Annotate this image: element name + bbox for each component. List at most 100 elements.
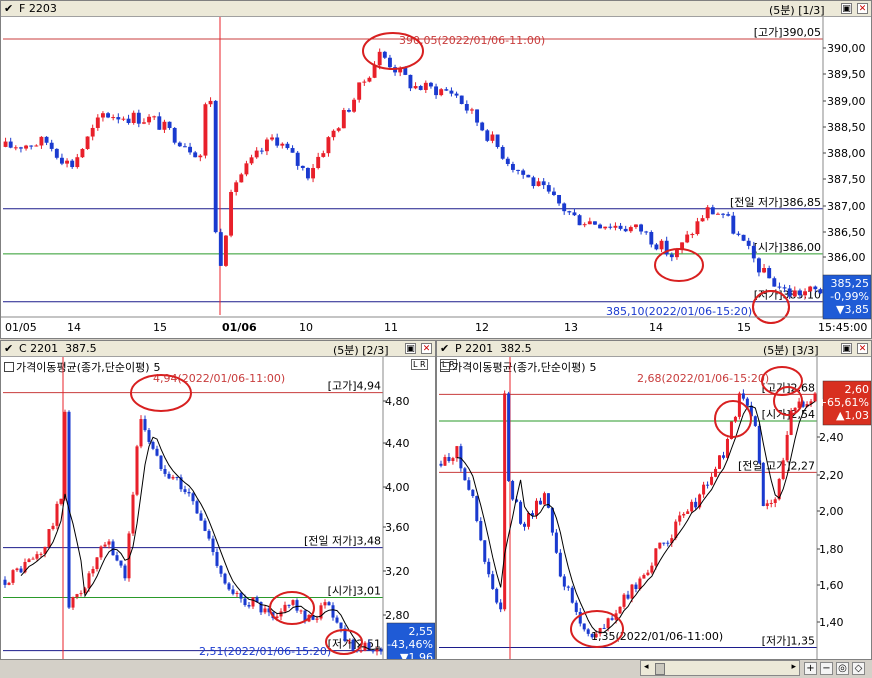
zoom-in-icon[interactable]: + bbox=[804, 662, 817, 675]
candle-body bbox=[203, 104, 208, 156]
x-tick-label: 01/05 bbox=[5, 321, 37, 334]
checkbox-icon[interactable]: ✔ bbox=[440, 342, 449, 355]
close-icon[interactable]: ✕ bbox=[857, 3, 868, 14]
candle-body bbox=[469, 109, 474, 111]
close-icon[interactable]: ✕ bbox=[857, 343, 868, 354]
candle-body bbox=[175, 476, 179, 478]
candlestick-chart[interactable]: [고가]2,68[시가]2,54[전일 고가]2,27[저가]1,352,68(… bbox=[437, 357, 871, 659]
candle-body bbox=[326, 137, 331, 154]
x-tick-label: 12 bbox=[475, 321, 489, 334]
candle-body bbox=[762, 268, 767, 273]
pane-title-bar: ✔ P 2201 382.5 (5분) [3/3] ▣ ✕ bbox=[437, 341, 871, 357]
candle-body bbox=[618, 606, 622, 614]
candle-body bbox=[455, 446, 459, 459]
checkbox-icon[interactable]: ✔ bbox=[4, 342, 13, 355]
maximize-icon[interactable]: ▣ bbox=[841, 3, 852, 14]
candle-body bbox=[377, 51, 382, 66]
candle-body bbox=[434, 86, 439, 96]
candle-body bbox=[666, 542, 670, 544]
candle-body bbox=[685, 234, 690, 243]
candle-body bbox=[464, 104, 469, 111]
candle-body bbox=[382, 51, 387, 58]
candle-body bbox=[586, 629, 590, 634]
candle-body bbox=[254, 150, 259, 158]
candle-body bbox=[79, 593, 83, 595]
candle-body bbox=[235, 592, 239, 594]
time-scrollbar[interactable]: ◂ ▸ bbox=[640, 660, 800, 676]
interval-label[interactable]: (5분) [1/3] bbox=[769, 2, 825, 18]
futures-chart-pane[interactable]: ✔ F 2203 (5분) [1/3] ▣ ✕ [고가]390,05 [전일 저가… bbox=[0, 0, 872, 339]
candle-body bbox=[34, 145, 39, 147]
scroll-left-icon[interactable]: ◂ bbox=[644, 662, 649, 672]
put-option-chart-pane[interactable]: ✔ P 2201 382.5 (5분) [3/3] ▣ ✕ L R 가격이동평균… bbox=[436, 340, 872, 660]
candle-body bbox=[654, 548, 658, 566]
price-box-change-pct: -0,99% bbox=[830, 290, 869, 303]
candle-body bbox=[718, 455, 722, 469]
candle-body bbox=[155, 448, 159, 456]
candle-body bbox=[753, 416, 757, 426]
candlestick-chart[interactable]: [고가]4,94[전일 저가]3,48[시가]3,01[저가]2,514,94(… bbox=[1, 357, 435, 659]
interval-label[interactable]: (5분) [2/3] bbox=[333, 342, 389, 358]
candle-body bbox=[193, 152, 198, 158]
maximize-icon[interactable]: ▣ bbox=[405, 343, 416, 354]
candle-body bbox=[371, 650, 375, 652]
x-tick-label: 14 bbox=[649, 321, 663, 334]
candle-body bbox=[705, 207, 710, 219]
scroll-thumb[interactable] bbox=[655, 663, 665, 675]
pane-title-bar: ✔ F 2203 (5분) [1/3] ▣ ✕ bbox=[1, 1, 871, 17]
candle-body bbox=[90, 127, 95, 137]
price-box-price: 2,60 bbox=[845, 383, 870, 396]
candle-body bbox=[287, 604, 291, 606]
candle-body bbox=[295, 152, 300, 166]
reference-label-open: [시가]386,00 bbox=[754, 241, 821, 254]
candle-body bbox=[264, 139, 269, 152]
candle-body bbox=[65, 160, 70, 164]
x-tick-label: 14 bbox=[67, 321, 81, 334]
candle-body bbox=[107, 541, 111, 545]
candle-body bbox=[423, 82, 428, 90]
candle-body bbox=[223, 573, 227, 584]
candle-body bbox=[183, 489, 187, 493]
candle-body bbox=[439, 89, 444, 96]
candle-body bbox=[623, 228, 628, 232]
candle-body bbox=[229, 191, 234, 236]
candle-body bbox=[487, 561, 491, 575]
price-box-change: ▼1,96 bbox=[400, 651, 433, 659]
candle-body bbox=[331, 130, 336, 138]
reference-label-prev_low: [전일 저가]386,85 bbox=[730, 195, 821, 209]
candle-body bbox=[577, 215, 582, 226]
candle-body bbox=[100, 113, 105, 118]
candle-body bbox=[172, 127, 177, 143]
candle-body bbox=[177, 142, 182, 147]
close-icon[interactable]: ✕ bbox=[421, 343, 432, 354]
candle-body bbox=[751, 245, 756, 259]
candle-body bbox=[135, 446, 139, 495]
candle-body bbox=[622, 594, 626, 607]
call-option-chart-pane[interactable]: ✔ C 2201 387.5 (5분) [2/3] ▣ ✕ L R 가격이동평균… bbox=[0, 340, 436, 660]
candlestick-chart[interactable]: [고가]390,05[전일 저가]386,85[시가]386,00[저가]385… bbox=[1, 17, 871, 338]
candle-body bbox=[562, 203, 567, 212]
interval-label[interactable]: (5분) [3/3] bbox=[763, 342, 819, 358]
candle-body bbox=[147, 430, 151, 442]
candle-body bbox=[792, 290, 797, 297]
zoom-fit-icon[interactable]: ◇ bbox=[852, 662, 865, 675]
candle-body bbox=[295, 600, 299, 611]
candle-body bbox=[59, 157, 64, 164]
x-tick-label: 15 bbox=[153, 321, 167, 334]
candle-body bbox=[116, 117, 121, 120]
reference-label-low: [저가]1,35 bbox=[762, 634, 815, 647]
candle-body bbox=[359, 650, 363, 652]
zoom-out-icon[interactable]: − bbox=[820, 662, 833, 675]
candle-body bbox=[213, 100, 218, 233]
reference-label-high: [고가]390,05 bbox=[754, 26, 821, 39]
candle-body bbox=[503, 393, 507, 610]
maximize-icon[interactable]: ▣ bbox=[841, 343, 852, 354]
candle-body bbox=[733, 416, 737, 422]
price-box-price: 385,25 bbox=[831, 277, 870, 290]
candle-body bbox=[51, 525, 55, 530]
y-tick-label: 389,00 bbox=[827, 95, 866, 108]
zoom-reset-icon[interactable]: ◎ bbox=[836, 662, 849, 675]
candle-body bbox=[126, 118, 131, 124]
scroll-right-icon[interactable]: ▸ bbox=[791, 662, 796, 672]
checkbox-icon[interactable]: ✔ bbox=[4, 2, 13, 15]
